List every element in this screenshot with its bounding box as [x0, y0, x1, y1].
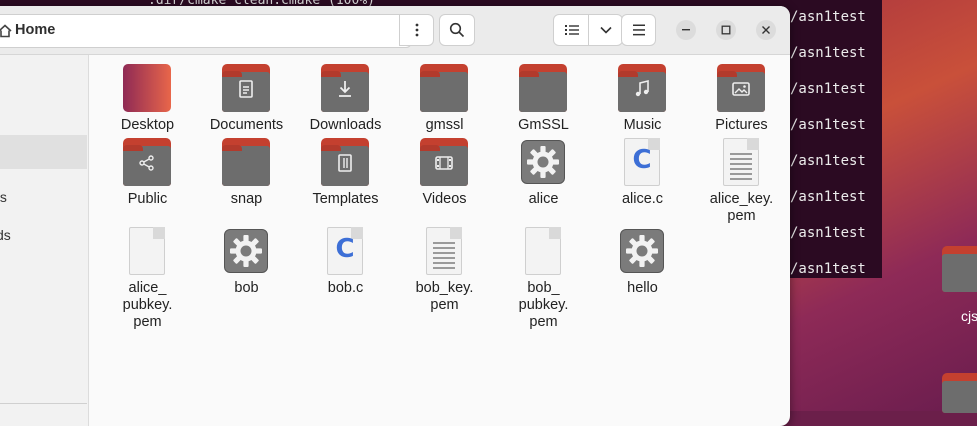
executable-icon: [618, 227, 666, 275]
maximize-icon: [721, 25, 731, 35]
file-label: Desktop: [120, 117, 175, 133]
desktop-folder-icon: [123, 64, 171, 112]
file-label: bob_key. pem: [415, 280, 474, 313]
sidebar-item[interactable]: ts: [0, 189, 7, 205]
list-view-icon: [565, 25, 579, 35]
search-button[interactable]: [439, 14, 475, 46]
file-label: snap: [230, 191, 263, 207]
c-source-icon: C: [321, 227, 369, 275]
terminal-line: /asn1test: [790, 261, 866, 277]
chevron-down-icon: [600, 26, 612, 34]
c-source-icon: C: [618, 138, 666, 186]
file-grid: Desktop Documents Downloads gmssl GmSSL Music…: [98, 55, 790, 426]
file-label: bob.c: [327, 280, 364, 296]
path-label[interactable]: Home: [15, 22, 55, 38]
text-file-icon: [420, 227, 468, 275]
file-label: Public: [127, 191, 168, 207]
blank-file-icon: [123, 227, 171, 275]
file-label: alice_ pubkey. pem: [122, 280, 173, 330]
executable-icon: [519, 138, 567, 186]
blank-file-icon: [519, 227, 567, 275]
file-label: gmssl: [425, 117, 464, 133]
file-label: Pictures: [715, 117, 768, 133]
executable-icon: [222, 227, 270, 275]
maximize-button[interactable]: [716, 20, 736, 40]
search-icon: [449, 22, 465, 38]
file-label: alice: [528, 191, 559, 207]
terminal-line: /asn1test: [790, 225, 866, 241]
templates-folder-icon: [321, 138, 369, 186]
home-icon: [0, 24, 12, 38]
desktop-folder-label[interactable]: cjs: [961, 308, 977, 324]
desktop-folder-icon[interactable]: [942, 246, 977, 298]
pictures-folder-icon: [717, 64, 765, 112]
terminal-line: /asn1test: [790, 45, 866, 61]
file-label: bob_ pubkey. pem: [518, 280, 569, 330]
documents-folder-icon: [222, 64, 270, 112]
file-label: alice_key. pem: [709, 191, 774, 224]
text-file-icon: [717, 138, 765, 186]
terminal-line: /asn1test: [790, 9, 866, 25]
path-bar[interactable]: Home: [0, 14, 412, 48]
sidebar: ts ds: [0, 55, 89, 426]
file-label: hello: [627, 280, 658, 296]
terminal-line: /asn1test: [790, 117, 866, 133]
hamburger-menu-icon: [632, 24, 645, 36]
file-label: alice.c: [621, 191, 664, 207]
file-label: GmSSL: [518, 117, 569, 133]
close-button[interactable]: [756, 20, 776, 40]
file-label: Videos: [422, 191, 467, 207]
view-divider: [588, 15, 589, 45]
sidebar-divider: [0, 403, 87, 404]
minimize-button[interactable]: [676, 20, 696, 40]
file-label: Music: [623, 117, 662, 133]
sidebar-item[interactable]: ds: [0, 227, 11, 243]
file-label: bob: [234, 280, 259, 296]
file-label: Downloads: [309, 117, 382, 133]
file-label: Templates: [312, 191, 379, 207]
folder-icon: [222, 138, 270, 186]
path-menu-button[interactable]: [399, 14, 434, 46]
videos-folder-icon: [420, 138, 468, 186]
main-menu-button[interactable]: [621, 14, 656, 46]
public-folder-icon: [123, 138, 171, 186]
downloads-folder-icon: [321, 64, 369, 112]
terminal-output: /asn1test /asn1test /asn1test /asn1test …: [790, 8, 866, 296]
sidebar-selected-item[interactable]: [0, 135, 87, 169]
vertical-dots-icon: [415, 23, 418, 37]
terminal-line: /asn1test: [790, 153, 866, 169]
file-label: Documents: [209, 117, 284, 133]
view-toggle-button[interactable]: [553, 14, 623, 46]
terminal-line: /asn1test: [790, 81, 866, 97]
close-icon: [762, 26, 770, 34]
terminal-line: /asn1test: [790, 189, 866, 205]
music-folder-icon: [618, 64, 666, 112]
minimize-icon: [682, 29, 690, 31]
header-bar: Home: [0, 6, 790, 55]
folder-icon: [519, 64, 567, 112]
file-manager-window: Home s s Desktop Documents Downloads gms…: [0, 6, 790, 426]
folder-icon: [420, 64, 468, 112]
desktop-folder-icon[interactable]: [942, 373, 977, 413]
